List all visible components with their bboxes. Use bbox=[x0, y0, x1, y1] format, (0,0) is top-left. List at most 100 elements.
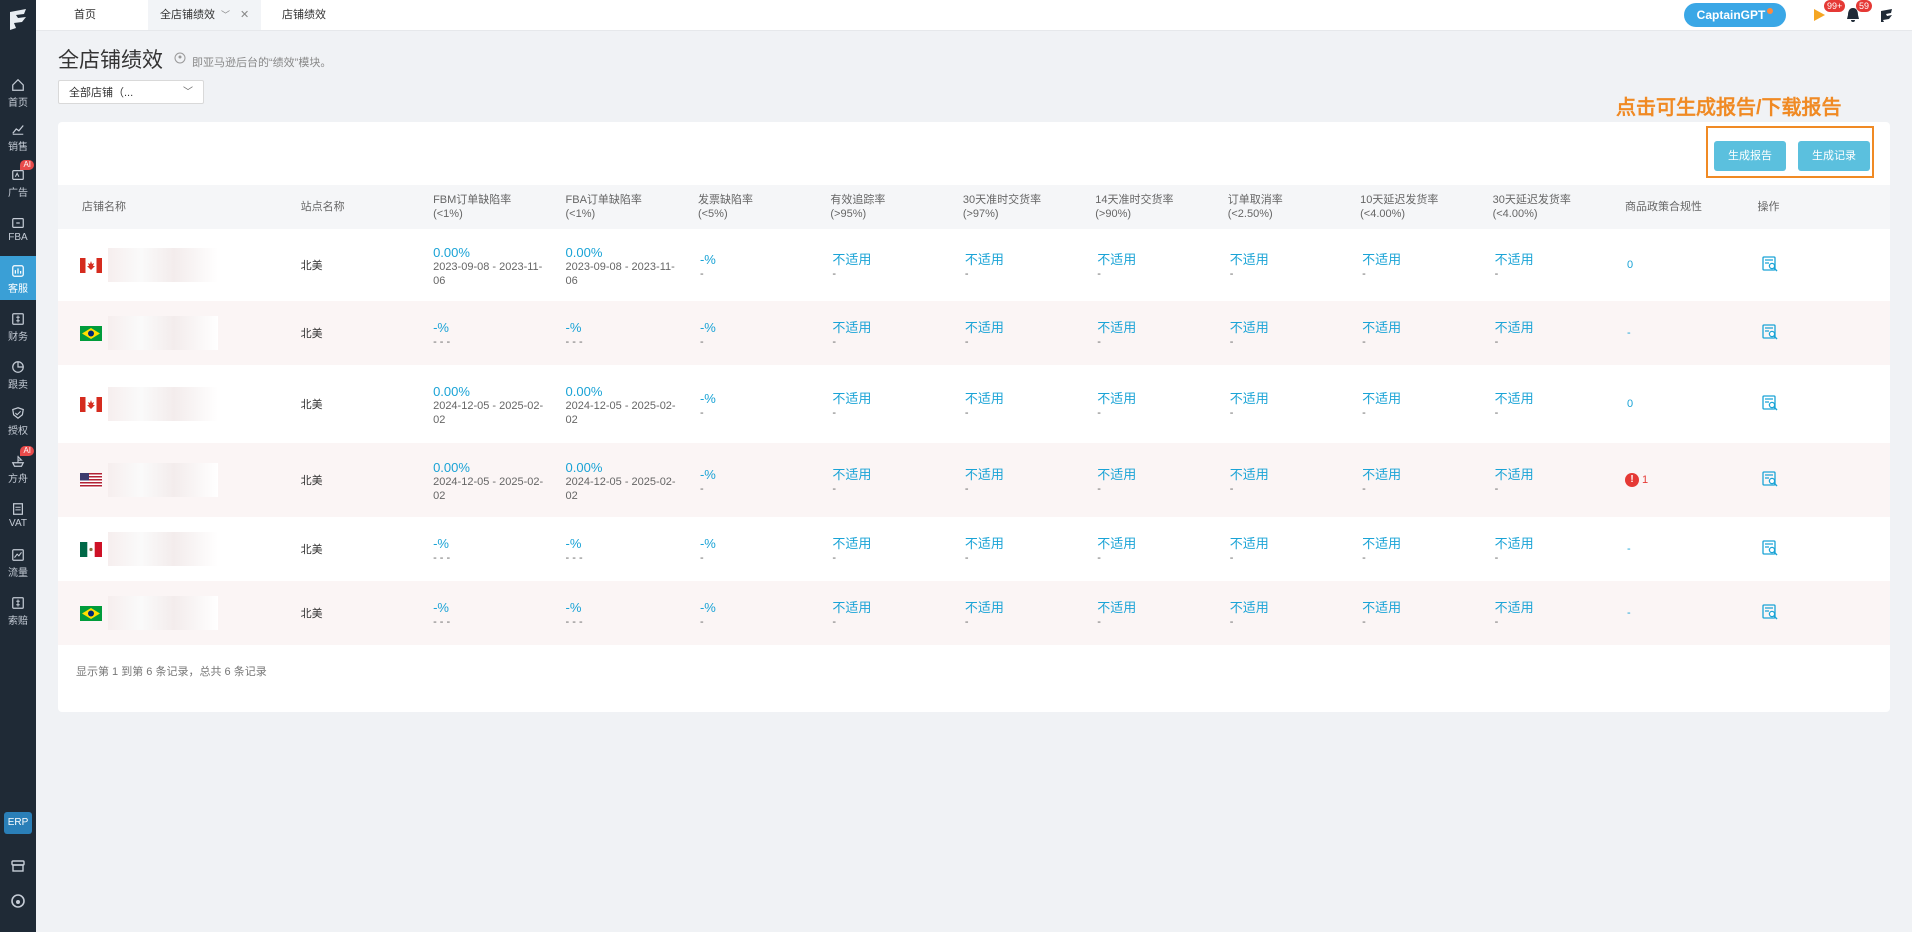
report-view-icon[interactable] bbox=[1761, 539, 1779, 557]
chevron-down-icon[interactable]: ﹀ bbox=[221, 10, 230, 20]
captaingpt-button[interactable]: CaptainGPT bbox=[1684, 3, 1786, 27]
metric-value[interactable]: 不适用 bbox=[965, 467, 1095, 482]
metric-value[interactable]: 不适用 bbox=[832, 391, 962, 406]
metric-value[interactable]: 不适用 bbox=[965, 391, 1095, 406]
metric-value[interactable]: 不适用 bbox=[832, 252, 962, 267]
tab-all-store-performance[interactable]: 全店铺绩效 ﹀ ✕ bbox=[148, 0, 262, 30]
sidebar-item-6[interactable]: 财务 bbox=[0, 304, 36, 348]
fbm-rate-value[interactable]: 0.00% bbox=[433, 460, 545, 475]
metric-value[interactable]: 不适用 bbox=[1362, 467, 1492, 482]
compliance-value[interactable]: 0 bbox=[1627, 259, 1633, 271]
fbm-rate-value[interactable]: -% bbox=[433, 320, 545, 335]
metric-value[interactable]: 不适用 bbox=[832, 600, 962, 615]
metric-value[interactable]: 不适用 bbox=[1495, 391, 1625, 406]
metric-value[interactable]: 不适用 bbox=[1230, 320, 1360, 335]
metric-value[interactable]: 不适用 bbox=[965, 252, 1095, 267]
support-icon[interactable] bbox=[10, 893, 26, 909]
close-icon[interactable]: ✕ bbox=[240, 9, 249, 21]
compliance-cell: 0 bbox=[1625, 365, 1757, 443]
metric-value[interactable]: 不适用 bbox=[1097, 600, 1227, 615]
sidebar-item-10[interactable]: VAT bbox=[0, 494, 36, 538]
tab-home[interactable]: 首页 bbox=[62, 0, 108, 30]
metric-value[interactable]: 不适用 bbox=[1362, 320, 1492, 335]
store-select[interactable]: 全部店铺（... ﹀ bbox=[58, 80, 204, 104]
metric-value[interactable]: 不适用 bbox=[1097, 252, 1227, 267]
metric-cell: 不适用 - bbox=[1227, 581, 1361, 645]
metric-value[interactable]: 不适用 bbox=[1362, 252, 1492, 267]
generate-report-button[interactable]: 生成报告 bbox=[1714, 141, 1786, 171]
metric-value[interactable]: 不适用 bbox=[1097, 536, 1227, 551]
metric-value[interactable]: 不适用 bbox=[965, 536, 1095, 551]
sidebar-item-4[interactable]: FBA bbox=[0, 208, 36, 252]
metric-value[interactable]: 不适用 bbox=[1362, 600, 1492, 615]
compliance-value[interactable]: - bbox=[1627, 327, 1631, 339]
metric-value[interactable]: 不适用 bbox=[832, 536, 962, 551]
invoice-rate-value[interactable]: -% bbox=[700, 536, 830, 551]
invoice-rate-value[interactable]: -% bbox=[700, 467, 830, 482]
metric-value[interactable]: 不适用 bbox=[1230, 391, 1360, 406]
invoice-rate-value[interactable]: -% bbox=[700, 252, 830, 267]
erp-button[interactable]: ERP bbox=[4, 812, 32, 834]
fba-rate-value[interactable]: -% bbox=[566, 320, 678, 335]
tab-store-performance[interactable]: 店铺绩效 bbox=[270, 0, 338, 30]
compliance-value[interactable]: - bbox=[1627, 607, 1631, 619]
report-view-icon[interactable] bbox=[1761, 255, 1779, 273]
sidebar-item-5[interactable]: 客服 bbox=[0, 256, 36, 300]
compliance-value[interactable]: 0 bbox=[1627, 398, 1633, 410]
store-icon[interactable] bbox=[10, 858, 26, 874]
fba-rate-value[interactable]: 0.00% bbox=[566, 245, 678, 260]
report-view-icon[interactable] bbox=[1761, 470, 1779, 488]
report-view-icon[interactable] bbox=[1761, 323, 1779, 341]
fbm-rate-value[interactable]: -% bbox=[433, 600, 545, 615]
metric-value[interactable]: 不适用 bbox=[1495, 536, 1625, 551]
metric-cell: 不适用 - bbox=[1095, 517, 1227, 581]
metric-value[interactable]: 不适用 bbox=[1097, 467, 1227, 482]
fbm-rate-value[interactable]: -% bbox=[433, 536, 545, 551]
fba-rate-value[interactable]: 0.00% bbox=[566, 384, 678, 399]
metric-value[interactable]: 不适用 bbox=[1362, 391, 1492, 406]
compliance-value[interactable]: 1 bbox=[1642, 474, 1648, 486]
fba-rate-value[interactable]: 0.00% bbox=[566, 460, 678, 475]
metric-cell: 不适用 - bbox=[1360, 365, 1492, 443]
metric-value[interactable]: 不适用 bbox=[832, 467, 962, 482]
metric-value[interactable]: 不适用 bbox=[1230, 536, 1360, 551]
column-header-label: 站点名称 bbox=[300, 201, 345, 213]
report-view-icon[interactable] bbox=[1761, 394, 1779, 412]
user-avatar-icon[interactable] bbox=[1878, 6, 1896, 24]
metric-value[interactable]: 不适用 bbox=[1495, 600, 1625, 615]
sidebar-item-7[interactable]: 跟卖 bbox=[0, 352, 36, 396]
metric-sub: - bbox=[1229, 406, 1234, 419]
sidebar-item-12[interactable]: 索赔 bbox=[0, 588, 36, 632]
app-logo[interactable] bbox=[6, 6, 30, 34]
invoice-rate-value[interactable]: -% bbox=[700, 320, 830, 335]
metric-value[interactable]: 不适用 bbox=[1362, 536, 1492, 551]
sidebar-item-2[interactable]: 销售 bbox=[0, 114, 36, 158]
compliance-value[interactable]: - bbox=[1627, 543, 1631, 555]
fbm-rate-value[interactable]: 0.00% bbox=[433, 245, 545, 260]
generation-records-button[interactable]: 生成记录 bbox=[1798, 141, 1870, 171]
sidebar-item-11[interactable]: 流量 bbox=[0, 540, 36, 584]
metric-value[interactable]: 不适用 bbox=[832, 320, 962, 335]
sidebar-item-9[interactable]: 方舟 AI bbox=[0, 446, 36, 490]
fbm-rate-value[interactable]: 0.00% bbox=[433, 384, 545, 399]
sidebar-item-3[interactable]: 广告 AI bbox=[0, 160, 36, 204]
fba-rate-period: 2024-12-05 - 2025-02-02 bbox=[565, 399, 676, 426]
metric-value[interactable]: 不适用 bbox=[1230, 600, 1360, 615]
fba-rate-value[interactable]: -% bbox=[566, 600, 678, 615]
metric-value[interactable]: 不适用 bbox=[1230, 252, 1360, 267]
sidebar-item-1[interactable]: 首页 bbox=[0, 70, 36, 114]
metric-value[interactable]: 不适用 bbox=[1495, 252, 1625, 267]
metric-value[interactable]: 不适用 bbox=[1495, 467, 1625, 482]
report-view-icon[interactable] bbox=[1761, 603, 1779, 621]
metric-value[interactable]: 不适用 bbox=[965, 600, 1095, 615]
invoice-rate-value[interactable]: -% bbox=[700, 600, 830, 615]
metric-value[interactable]: 不适用 bbox=[965, 320, 1095, 335]
invoice-rate-value[interactable]: -% bbox=[700, 391, 830, 406]
column-header-label: 30天延迟发货率 bbox=[1492, 194, 1571, 206]
fba-rate-value[interactable]: -% bbox=[566, 536, 678, 551]
metric-value[interactable]: 不适用 bbox=[1230, 467, 1360, 482]
metric-value[interactable]: 不适用 bbox=[1495, 320, 1625, 335]
sidebar-item-8[interactable]: 授权 bbox=[0, 398, 36, 442]
metric-value[interactable]: 不适用 bbox=[1097, 391, 1227, 406]
metric-value[interactable]: 不适用 bbox=[1097, 320, 1227, 335]
